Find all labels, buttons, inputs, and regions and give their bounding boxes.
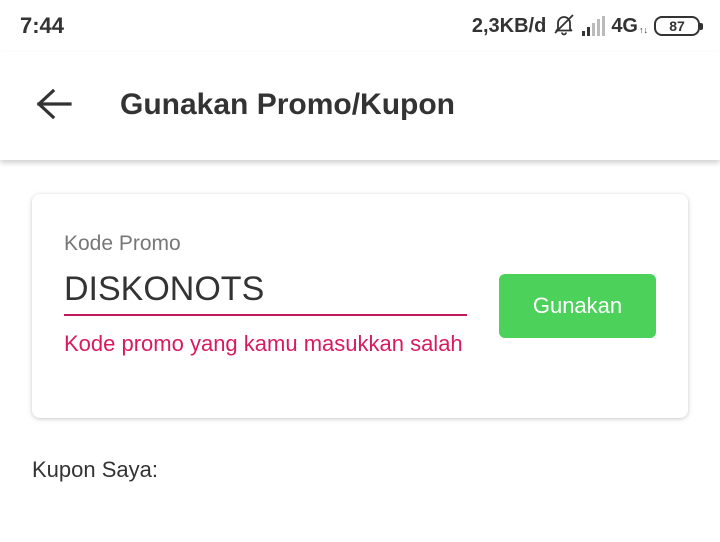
app-bar: Gunakan Promo/Kupon — [0, 52, 720, 160]
status-time: 7:44 — [20, 13, 65, 38]
apply-promo-button[interactable]: Gunakan — [499, 274, 656, 338]
promo-code-input[interactable] — [64, 264, 467, 316]
battery-icon: 87 — [654, 16, 703, 36]
bell-muted-icon — [552, 12, 576, 41]
my-coupons-title: Kupon Saya: — [32, 457, 158, 482]
signal-icon — [582, 16, 606, 36]
page-title: Gunakan Promo/Kupon — [120, 88, 456, 121]
network-type: 4G ↑↓ — [611, 15, 648, 38]
network-activity: ↑↓ — [639, 24, 648, 35]
promo-error-message: Kode promo yang kamu masukkan salah — [64, 331, 463, 356]
back-button[interactable] — [30, 84, 78, 128]
arrow-left-icon — [36, 88, 72, 125]
status-bar: 7:44 2,3KB/d 4G ↑↓ 87 — [0, 0, 720, 52]
network-type-label: 4G — [611, 14, 638, 37]
battery-level: 87 — [669, 18, 685, 34]
network-speed: 2,3KB/d — [471, 14, 547, 37]
status-right: 2,3KB/d 4G ↑↓ 87 — [471, 12, 703, 41]
promo-card: Kode Promo Kode promo yang kamu masukkan… — [32, 194, 688, 418]
promo-code-label: Kode Promo — [64, 232, 181, 255]
